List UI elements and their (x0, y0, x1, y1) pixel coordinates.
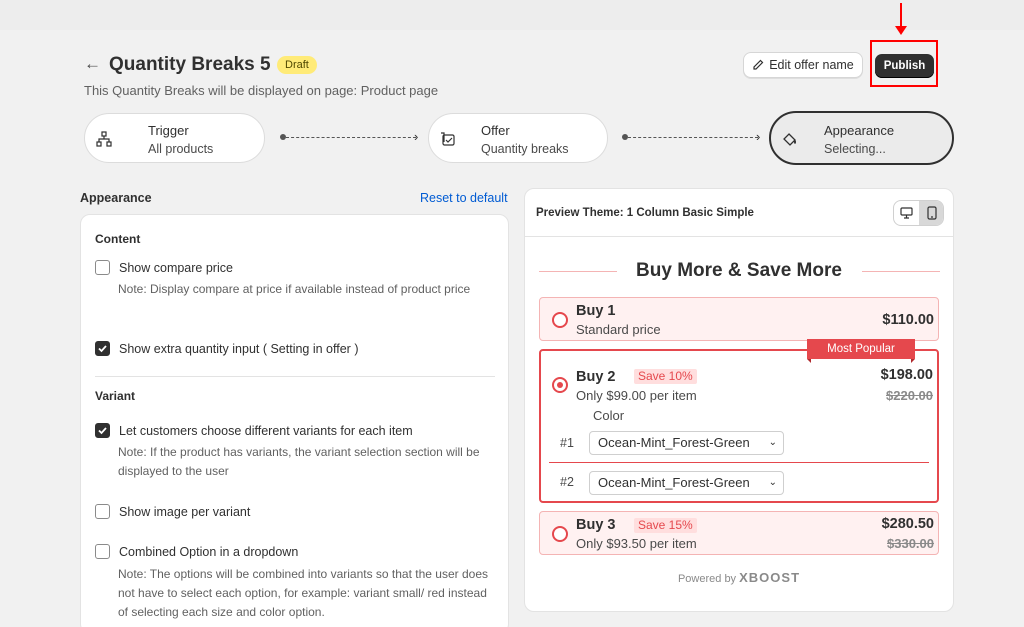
check-icon (98, 345, 107, 353)
image-per-variant-checkbox[interactable] (95, 504, 110, 519)
brand-logo: XBOOST (739, 570, 801, 585)
variant-1-select[interactable]: Ocean-Mint_Forest-Green ⌄ (589, 431, 784, 455)
step-trigger[interactable]: Trigger All products (84, 113, 265, 163)
show-compare-price-checkbox[interactable] (95, 260, 110, 275)
step-offer-subtitle: Quantity breaks (481, 142, 569, 156)
tier-2-compare-price: $220.00 (886, 388, 933, 403)
step-offer-title: Offer (481, 123, 510, 138)
tier-1-name: Buy 1 (576, 303, 616, 319)
choose-variants-option[interactable]: Let customers choose different variants … (95, 423, 413, 438)
choose-variants-checkbox[interactable] (95, 423, 110, 438)
choose-variants-label: Let customers choose different variants … (119, 423, 413, 438)
tier-3-save-badge: Save 15% (634, 518, 697, 533)
tier-buy-1[interactable]: Buy 1 Standard price $110.00 (539, 297, 939, 341)
offer-icon (437, 128, 459, 150)
variant-2-select[interactable]: Ocean-Mint_Forest-Green ⌄ (589, 471, 784, 495)
step-offer[interactable]: Offer Quantity breaks (428, 113, 608, 163)
tier-buy-2[interactable]: Buy 2 Save 10% Only $99.00 per item $198… (539, 349, 939, 503)
tier-2-option-label: Color (593, 408, 625, 423)
powered-by: Powered by XBOOST (525, 570, 953, 585)
step-appearance-title: Appearance (824, 123, 895, 138)
preview-title: Preview Theme: 1 Column Basic Simple (536, 207, 754, 219)
check-icon (98, 427, 107, 435)
arrow-left-icon[interactable]: ← (84, 54, 102, 74)
desktop-icon[interactable] (894, 201, 919, 225)
tier-3-price: $280.50 (881, 516, 934, 532)
most-popular-badge: Most Popular (807, 339, 915, 363)
powered-by-label: Powered by (677, 573, 737, 585)
variant-divider (549, 462, 929, 463)
page-subtitle: This Quantity Breaks will be displayed o… (84, 83, 439, 98)
top-bar (0, 0, 1024, 30)
show-extra-quantity-checkbox[interactable] (95, 341, 110, 356)
combined-option-option[interactable]: Combined Option in a dropdown (95, 544, 298, 559)
publish-button[interactable]: Publish (875, 54, 934, 78)
preview-header: Preview Theme: 1 Column Basic Simple (525, 189, 953, 237)
device-toggle (893, 200, 944, 226)
image-per-variant-option[interactable]: Show image per variant (95, 504, 250, 519)
tier-2-radio[interactable] (552, 377, 568, 393)
variant-2-value: Ocean-Mint_Forest-Green (598, 475, 750, 490)
tier-1-price: $110.00 (882, 312, 934, 328)
tier-2-subtitle: Only $99.00 per item (576, 388, 697, 403)
variant-2-number: #2 (560, 475, 574, 489)
offer-heading: Buy More & Save More (636, 260, 842, 281)
tier-3-name: Buy 3 (576, 517, 616, 533)
page-header: ← Quantity Breaks 5 Draft This Quantity … (84, 40, 954, 102)
show-extra-quantity-label: Show extra quantity input ( Setting in o… (119, 341, 359, 356)
step-trigger-subtitle: All products (148, 142, 214, 156)
tier-buy-3[interactable]: Buy 3 Save 15% Only $93.50 per item $280… (539, 511, 939, 555)
publish-highlight-box: Publish (870, 40, 938, 87)
status-badge: Draft (277, 56, 317, 74)
tier-2-price: $198.00 (880, 367, 933, 383)
combined-option-label: Combined Option in a dropdown (119, 544, 299, 559)
combined-option-note: Note: The options will be combined into … (118, 567, 488, 619)
sitemap-icon (93, 128, 115, 150)
chevron-down-icon: ⌄ (768, 437, 777, 448)
edit-offer-name-label: Edit offer name (769, 58, 854, 72)
step-appearance[interactable]: Appearance Selecting... (769, 111, 954, 165)
preview-card: Preview Theme: 1 Column Basic Simple Buy… (524, 188, 954, 612)
chevron-down-icon: ⌄ (768, 477, 777, 488)
show-compare-price-label: Show compare price (119, 260, 233, 275)
step-appearance-subtitle: Selecting... (824, 142, 886, 156)
choose-variants-note: Note: If the product has variants, the v… (118, 445, 480, 478)
tier-3-compare-price: $330.00 (887, 536, 934, 551)
tier-1-radio[interactable] (552, 312, 568, 328)
image-per-variant-label: Show image per variant (119, 504, 251, 519)
appearance-settings-card: Content Show compare price Note: Display… (80, 214, 509, 627)
variant-group-title: Variant (95, 389, 136, 403)
variant-1-value: Ocean-Mint_Forest-Green (598, 435, 750, 450)
mobile-icon[interactable] (919, 201, 943, 225)
connector-arrow-icon: › (756, 129, 761, 144)
paint-bucket-icon (779, 129, 801, 151)
step-trigger-title: Trigger (148, 123, 189, 138)
annotation-arrow-head (895, 26, 907, 35)
page-title: Quantity Breaks 5 (109, 54, 271, 75)
reset-to-default-link[interactable]: Reset to default (420, 191, 508, 205)
show-compare-price-option[interactable]: Show compare price (95, 260, 233, 275)
tier-3-radio[interactable] (552, 526, 568, 542)
appearance-section-title: Appearance (80, 191, 152, 205)
tier-2-name: Buy 2 (576, 369, 616, 385)
combined-option-checkbox[interactable] (95, 544, 110, 559)
edit-offer-name-button[interactable]: Edit offer name (743, 52, 863, 78)
variant-1-number: #1 (560, 436, 574, 450)
tier-1-subtitle: Standard price (576, 322, 661, 337)
group-divider (95, 376, 495, 377)
compare-price-note: Note: Display compare at price if availa… (118, 282, 471, 296)
tier-3-subtitle: Only $93.50 per item (576, 536, 697, 551)
content-group-title: Content (95, 232, 141, 246)
show-extra-quantity-option[interactable]: Show extra quantity input ( Setting in o… (95, 341, 358, 356)
connector-arrow-icon: › (414, 129, 419, 144)
connector-line (286, 137, 416, 138)
pencil-icon (753, 59, 764, 70)
connector-line (628, 137, 758, 138)
tier-2-save-badge: Save 10% (634, 369, 697, 384)
